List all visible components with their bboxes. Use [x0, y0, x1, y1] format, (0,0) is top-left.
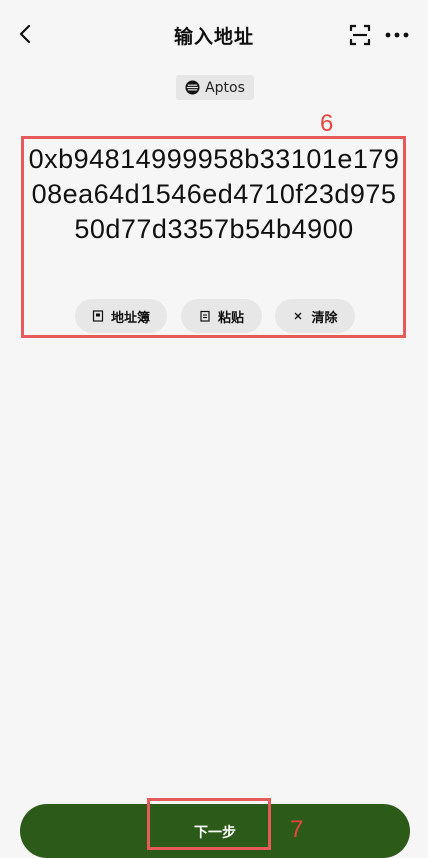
aptos-logo-icon [185, 80, 200, 95]
paste-button[interactable]: 粘贴 [181, 299, 262, 333]
scan-icon[interactable] [349, 24, 371, 46]
clear-label: 清除 [311, 310, 338, 326]
address-book-label: 地址簿 [110, 310, 150, 326]
address-book-button[interactable]: 地址簿 [75, 299, 167, 333]
annotation-number-7: 7 [290, 816, 304, 843]
address-input[interactable]: 0xb94814999958b33101e17908ea64d1546ed471… [28, 142, 400, 247]
top-bar: 输入地址 [0, 0, 428, 68]
network-tag: Aptos [176, 75, 254, 100]
address-book-icon [92, 310, 104, 322]
network-name: Aptos [205, 79, 245, 96]
clear-button[interactable]: 清除 [275, 299, 355, 333]
paste-label: 粘贴 [217, 310, 244, 326]
paste-icon [200, 310, 210, 322]
annotation-number-6: 6 [320, 110, 334, 137]
close-icon [295, 312, 302, 320]
annotation-box-next [147, 798, 271, 850]
more-icon[interactable] [384, 24, 410, 46]
